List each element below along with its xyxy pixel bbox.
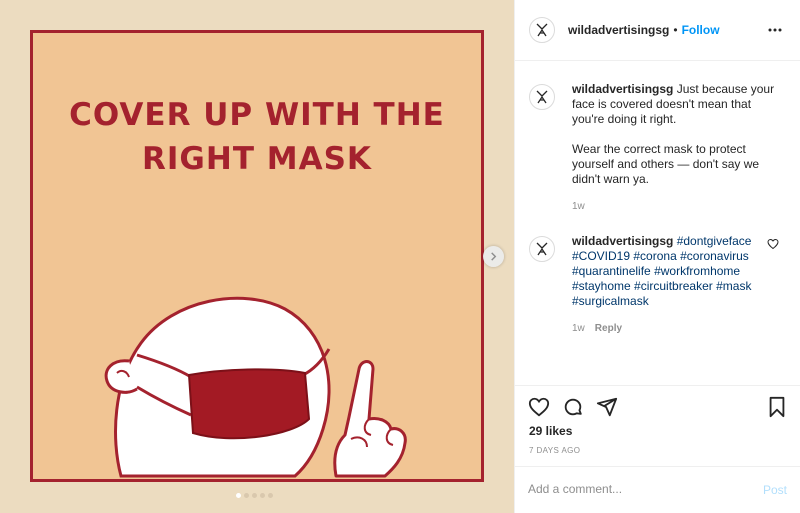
comments-section[interactable]: wildadvertisingsg Just because your face…: [515, 62, 800, 385]
avatar[interactable]: [529, 84, 555, 110]
hashtag-link[interactable]: #stayhome: [572, 279, 631, 293]
comment-input[interactable]: [528, 482, 748, 496]
hashtag-comment: wildadvertisingsg #dontgiveface #COVID19…: [529, 234, 789, 336]
post-media[interactable]: COVER UP WITH THE RIGHT MASK: [0, 0, 514, 513]
reply-button[interactable]: Reply: [595, 321, 622, 336]
carousel-dot-active: [236, 493, 241, 498]
post-actions: [515, 385, 800, 425]
caption-username[interactable]: wildadvertisingsg: [572, 82, 673, 96]
carousel-dot: [252, 493, 257, 498]
hashtag-link[interactable]: #circuitbreaker: [634, 279, 713, 293]
carousel-dot: [244, 493, 249, 498]
post-header: wildadvertisingsg • Follow: [515, 0, 800, 61]
carousel-dot: [268, 493, 273, 498]
post-timestamp[interactable]: 7 DAYS AGO: [529, 446, 580, 455]
brand-logo-icon: [536, 242, 548, 256]
hashtag-link[interactable]: #workfromhome: [654, 264, 740, 278]
add-comment-bar: Post: [515, 466, 800, 513]
headline-line-2: RIGHT MASK: [142, 141, 372, 177]
header-separator: •: [673, 23, 678, 37]
hashtag-link[interactable]: #coronavirus: [680, 249, 749, 263]
save-bookmark-icon[interactable]: [766, 396, 788, 418]
share-send-icon[interactable]: [596, 396, 618, 418]
carousel-dot: [260, 493, 265, 498]
avatar[interactable]: [529, 236, 555, 262]
brand-logo-icon: [536, 90, 548, 104]
post-image: COVER UP WITH THE RIGHT MASK: [30, 30, 484, 482]
avatar[interactable]: [529, 17, 555, 43]
comment-bubble-icon[interactable]: [562, 396, 584, 418]
caption-time[interactable]: 1w: [572, 199, 585, 214]
header-username[interactable]: wildadvertisingsg: [568, 23, 669, 37]
more-options-icon[interactable]: [767, 22, 783, 38]
masked-character-illustration: [104, 296, 407, 478]
caption-text-2: Wear the correct mask to protect yoursel…: [572, 142, 760, 186]
hashtag-link[interactable]: #mask: [716, 279, 751, 293]
chevron-right-icon: [491, 252, 497, 261]
like-comment-heart-icon[interactable]: [767, 238, 779, 250]
comment-username[interactable]: wildadvertisingsg: [572, 234, 673, 248]
post-sidebar: wildadvertisingsg • Follow wildadvertisi…: [514, 0, 800, 513]
hashtag-link[interactable]: #quarantinelife: [572, 264, 651, 278]
hashtag-link[interactable]: #dontgiveface: [677, 234, 752, 248]
comment-time[interactable]: 1w: [572, 321, 585, 336]
hashtag-link[interactable]: #COVID19: [572, 249, 630, 263]
post-headline: COVER UP WITH THE RIGHT MASK: [33, 93, 481, 181]
hashtag-link[interactable]: #corona: [633, 249, 676, 263]
follow-button[interactable]: Follow: [682, 23, 720, 37]
brand-logo-icon: [536, 23, 548, 37]
post-comment-button[interactable]: Post: [763, 483, 787, 497]
caption-comment: wildadvertisingsg Just because your face…: [529, 82, 789, 214]
carousel-next-button[interactable]: [483, 246, 504, 267]
headline-line-1: COVER UP WITH THE: [69, 97, 445, 133]
like-heart-icon[interactable]: [528, 396, 550, 418]
carousel-indicator: [236, 493, 273, 498]
likes-count[interactable]: 29 likes: [529, 424, 572, 438]
hashtag-link[interactable]: #surgicalmask: [572, 294, 649, 308]
